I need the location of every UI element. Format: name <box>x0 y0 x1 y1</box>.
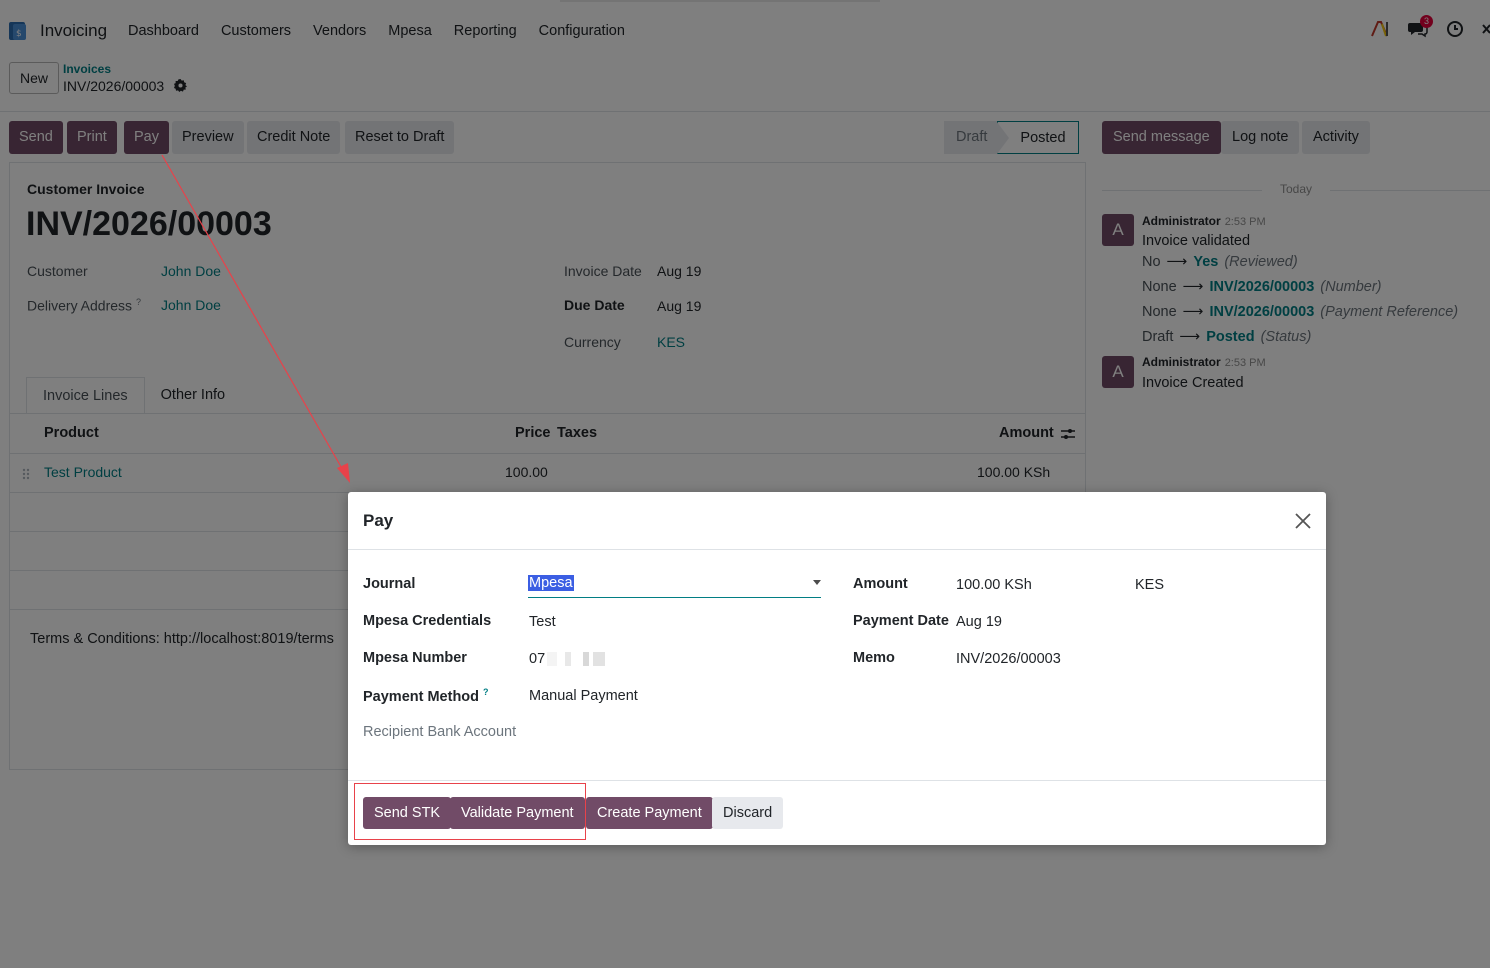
dialog-title: Pay <box>363 511 394 530</box>
memo-field[interactable]: INV/2026/00003 <box>956 651 1061 667</box>
close-icon[interactable] <box>1292 510 1314 532</box>
mpesa-number-field[interactable]: 07 <box>529 651 610 667</box>
discard-button[interactable]: Discard <box>712 797 784 829</box>
mpesa-number-label: Mpesa Number <box>363 650 467 666</box>
payment-date-label: Payment Date <box>853 613 949 629</box>
redacted-digits <box>547 652 610 667</box>
dialog-header: Pay <box>348 492 1326 550</box>
caret-down-icon[interactable] <box>813 580 821 585</box>
create-payment-button[interactable]: Create Payment <box>586 797 713 829</box>
payment-method-label: Payment Method ? <box>363 687 489 705</box>
payment-method-field[interactable]: Manual Payment <box>529 688 638 704</box>
amount-currency-field[interactable]: KES <box>1135 577 1164 593</box>
memo-label: Memo <box>853 650 895 666</box>
help-icon[interactable]: ? <box>483 687 489 697</box>
journal-select[interactable]: Mpesa <box>528 574 821 598</box>
recipient-bank-account-label: Recipient Bank Account <box>363 724 517 740</box>
mpesa-credentials-field[interactable]: Test <box>529 614 556 630</box>
journal-label: Journal <box>363 576 416 592</box>
amount-field[interactable]: 100.00 KSh <box>956 577 1032 593</box>
journal-value[interactable]: Mpesa <box>528 575 574 591</box>
amount-label: Amount <box>853 576 908 592</box>
annotation-highlight-box <box>354 783 586 840</box>
payment-date-field[interactable]: Aug 19 <box>956 614 1002 630</box>
mpesa-credentials-label: Mpesa Credentials <box>363 613 492 629</box>
